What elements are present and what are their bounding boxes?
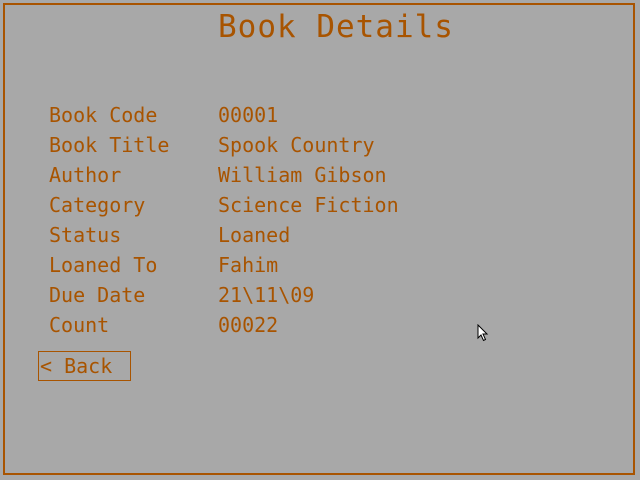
category-label: Category [49, 193, 146, 217]
author-label: Author [49, 163, 122, 187]
book-title-value: Spook Country [218, 133, 375, 157]
book-title-label: Book Title [49, 133, 170, 157]
back-button[interactable]: < Back [38, 351, 131, 381]
category-value: Science Fiction [218, 193, 399, 217]
status-value: Loaned [218, 223, 291, 247]
due-date-label: Due Date [49, 283, 146, 307]
book-code-value: 00001 [218, 103, 279, 127]
loaned-to-label: Loaned To [49, 253, 158, 277]
due-date-value: 21\11\09 [218, 283, 315, 307]
book-code-label: Book Code [49, 103, 158, 127]
count-label: Count [49, 313, 110, 337]
status-label: Status [49, 223, 122, 247]
mouse-pointer-icon [477, 324, 489, 342]
book-details-screen: Book Details Book Code 00001 Book Title … [0, 0, 640, 480]
page-title: Book Details [218, 9, 454, 45]
loaned-to-value: Fahim [218, 253, 279, 277]
author-value: William Gibson [218, 163, 387, 187]
count-value: 00022 [218, 313, 279, 337]
